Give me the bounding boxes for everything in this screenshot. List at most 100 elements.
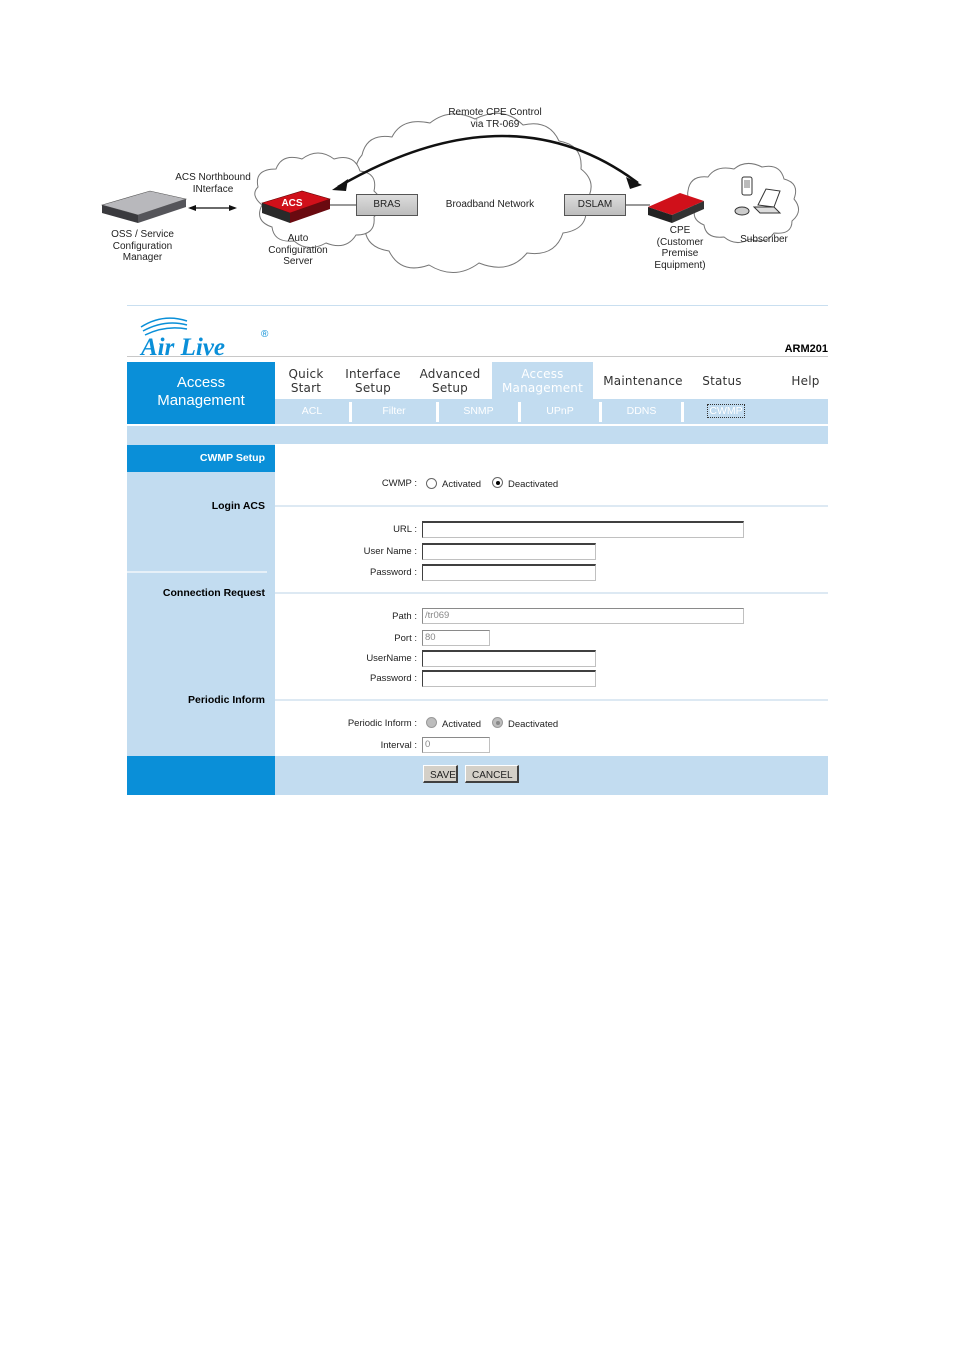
subnav-label: CWMP	[707, 404, 745, 418]
subnav-snmp[interactable]: SNMP	[439, 399, 518, 424]
path-label: Path :	[392, 611, 417, 622]
section-title: Access Management	[127, 362, 275, 424]
cwmp-activated-label: Activated	[442, 479, 482, 490]
periodic-activated-label: Activated	[442, 719, 482, 730]
tr069-network-diagram: ACS Remote CPE Control via TR-069 ACS No…	[90, 95, 810, 285]
subnav-cwmp[interactable]: CWMP	[684, 399, 768, 424]
cwmp-activated-radio[interactable]	[426, 478, 437, 489]
footer-bar	[275, 756, 828, 795]
label-line: Remote CPE Control	[448, 107, 542, 118]
nav-access-management[interactable]: Access Management	[492, 362, 593, 399]
path-input[interactable]	[422, 608, 744, 624]
nav-label: Interface	[345, 366, 401, 381]
label-line: Premise	[661, 248, 699, 259]
label-line: Server	[283, 256, 313, 267]
conn-username-label: UserName :	[366, 653, 417, 664]
label-line: Manager	[122, 252, 163, 263]
nav-label: Access	[521, 366, 564, 381]
connection-request-heading: Connection Request	[162, 587, 265, 599]
router-admin-page: Air Live ® ARM201 Access Management Quic…	[127, 305, 828, 795]
subnav-label: SNMP	[463, 405, 494, 417]
main-nav: Quick Start Interface Setup Advanced Setup …	[275, 362, 828, 399]
oss-server-icon	[100, 190, 188, 223]
cwmp-deactivated-label: Deactivated	[508, 479, 559, 490]
user-name-label: User Name :	[363, 546, 417, 557]
row-divider	[275, 699, 828, 701]
dslam-box: DSLAM	[564, 194, 626, 216]
row-divider	[275, 592, 828, 594]
model-name: ARM201	[784, 343, 828, 355]
subnav-acl[interactable]: ACL	[275, 399, 349, 424]
label-line: (Customer	[656, 236, 704, 248]
conn-username-input[interactable]	[422, 650, 596, 667]
label-line: OSS / Service	[111, 229, 174, 240]
subnav-ddns[interactable]: DDNS	[602, 399, 681, 424]
acs-label: Auto Configuration Server	[258, 233, 338, 268]
periodic-inform-heading: Periodic Inform	[187, 694, 265, 706]
interval-input[interactable]	[422, 737, 490, 753]
subnav-label: UPnP	[546, 405, 574, 417]
section-sidebar	[127, 444, 275, 756]
cpe-label: CPE (Customer Premise Equipment)	[640, 225, 720, 271]
subscriber-label: Subscriber	[740, 234, 788, 245]
port-input[interactable]	[422, 630, 490, 646]
cancel-button[interactable]: CANCEL	[465, 765, 519, 783]
password-label: Password :	[370, 567, 417, 578]
logo-wave-icon: Air Live ®	[139, 317, 269, 361]
password-input[interactable]	[422, 564, 596, 581]
periodic-inform-label: Periodic Inform :	[347, 718, 417, 729]
periodic-deactivated-radio[interactable]	[492, 717, 503, 728]
label-line: via TR-069	[470, 118, 520, 130]
conn-password-label: Password :	[370, 673, 417, 684]
user-name-input[interactable]	[422, 543, 596, 560]
nav-help[interactable]: Help	[783, 362, 828, 399]
acs-badge-text: ACS	[281, 198, 302, 209]
header-divider	[127, 356, 828, 357]
url-label: URL :	[393, 524, 417, 535]
section-title-line1: Access	[176, 374, 226, 391]
subnav-filter[interactable]: Filter	[352, 399, 436, 424]
subnav-label: Filter	[382, 405, 406, 417]
label-line: Configuration	[112, 240, 173, 252]
nav-advanced-setup[interactable]: Advanced Setup	[409, 362, 491, 399]
nav-interface-setup[interactable]: Interface Setup	[337, 362, 409, 399]
oss-label: OSS / Service Configuration Manager	[100, 229, 185, 264]
nav-label: Status	[702, 373, 742, 388]
label-line: ACS Northbound	[175, 172, 251, 183]
footer-left	[127, 756, 275, 795]
top-divider	[127, 305, 828, 306]
registered-mark: ®	[261, 329, 269, 340]
periodic-activated-radio[interactable]	[426, 717, 437, 728]
nav-maintenance[interactable]: Maintenance	[597, 362, 689, 399]
label-line: Equipment)	[654, 259, 706, 271]
nav-label: Setup	[355, 380, 391, 395]
nav-label: Advanced	[419, 366, 481, 381]
northbound-label: ACS Northbound INterface	[168, 172, 258, 195]
sub-nav: ACL Filter SNMP UPnP DDNS CWMP	[275, 399, 828, 424]
cwmp-setup-heading: CWMP Setup	[127, 445, 275, 472]
login-acs-heading: Login ACS	[211, 500, 265, 512]
bras-box: BRAS	[356, 194, 418, 216]
subnav-label: DDNS	[626, 405, 657, 417]
cwmp-label: CWMP :	[381, 478, 417, 489]
save-button[interactable]: SAVE	[423, 765, 458, 783]
conn-password-input[interactable]	[422, 670, 596, 687]
spacer-bar	[127, 426, 828, 444]
label-line: INterface	[192, 183, 234, 195]
label-line: Auto	[287, 233, 309, 244]
url-input[interactable]	[422, 521, 744, 538]
nav-status[interactable]: Status	[695, 362, 749, 399]
nav-quick-start[interactable]: Quick Start	[275, 362, 337, 399]
subnav-upnp[interactable]: UPnP	[521, 399, 599, 424]
nav-label: Maintenance	[603, 373, 683, 388]
nav-label: Help	[791, 373, 820, 388]
cwmp-deactivated-radio[interactable]	[492, 477, 503, 488]
nav-label: Management	[501, 380, 584, 395]
broadband-network-label: Broadband Network	[445, 199, 535, 210]
subnav-label: ACL	[301, 405, 323, 417]
port-label: Port :	[394, 633, 417, 644]
nav-label: Quick	[288, 366, 324, 381]
nav-label: Start	[290, 380, 322, 395]
label-line: Configuration	[268, 244, 328, 256]
logo-text: Air Live	[139, 334, 225, 357]
